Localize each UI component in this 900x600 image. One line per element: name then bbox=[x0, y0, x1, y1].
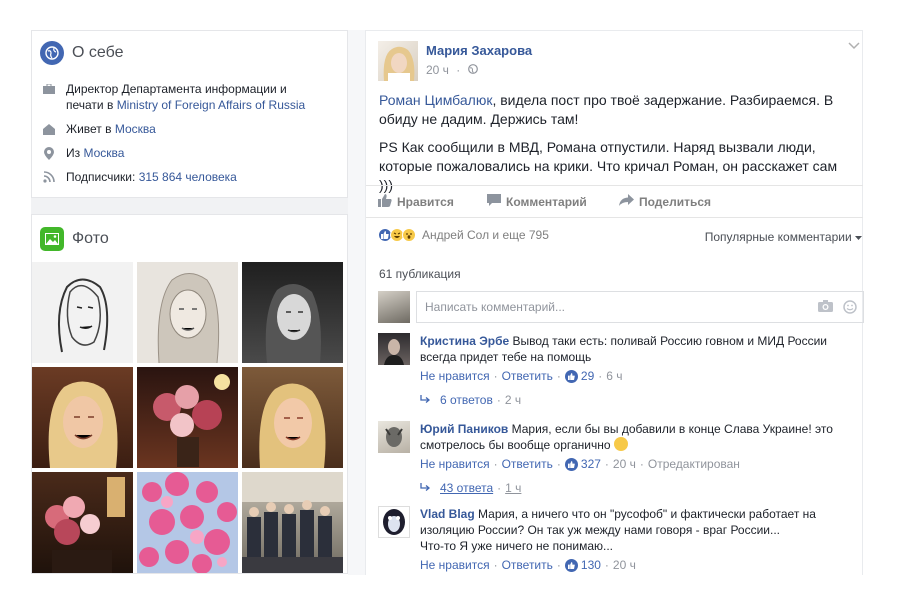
reply-link[interactable]: Ответить bbox=[502, 558, 553, 572]
comment-time[interactable]: 20 ч bbox=[613, 457, 636, 471]
like-count-icon bbox=[564, 457, 578, 471]
like-button[interactable]: Нравится bbox=[378, 194, 454, 210]
chevron-down-icon[interactable] bbox=[848, 41, 860, 53]
comment-actions: Не нравится · Ответить · 327 · 20 ч · Отреда… bbox=[420, 457, 740, 471]
post-time[interactable]: 20 ч bbox=[426, 63, 449, 77]
reply-arrow-icon bbox=[420, 481, 431, 495]
comment-body: Vlad Blag Мария, а ничего что он "русофо… bbox=[420, 507, 816, 553]
post-author[interactable]: Мария Захарова bbox=[426, 43, 532, 58]
post-actions: Нравится Комментарий Поделиться bbox=[366, 185, 863, 218]
photo-icon bbox=[40, 227, 64, 251]
about-job: Директор Департамента информации и печат… bbox=[40, 81, 347, 113]
like-count[interactable]: 29 bbox=[581, 369, 594, 383]
mention-link[interactable]: Роман Цимбалюк bbox=[379, 92, 492, 108]
like-count-icon bbox=[564, 558, 578, 572]
reactions-text: Андрей Сол и еще 795 bbox=[422, 228, 549, 242]
replies-toggle[interactable]: 6 ответов · 2 ч bbox=[420, 393, 521, 407]
location-pin-icon bbox=[42, 146, 56, 160]
comment-actions: Не нравится · Ответить · 29 · 6 ч bbox=[420, 369, 623, 383]
job-link[interactable]: Ministry of Foreign Affairs of Russia bbox=[117, 98, 306, 112]
like-count[interactable]: 130 bbox=[581, 558, 601, 572]
about-title: О себе bbox=[72, 44, 124, 61]
about-header: О себе bbox=[40, 31, 347, 71]
like-count-icon bbox=[564, 369, 578, 383]
followers-link[interactable]: 315 864 человека bbox=[139, 170, 237, 184]
smiley-emoji-icon bbox=[613, 437, 628, 451]
post-text-1: Роман Цимбалюк, видела пост про твоё зад… bbox=[379, 92, 834, 127]
photo-thumbnail[interactable] bbox=[32, 472, 133, 573]
commenter-name[interactable]: Кристина Эрбе bbox=[420, 334, 509, 348]
publications-count[interactable]: 61 публикация bbox=[379, 267, 461, 281]
reactions-summary[interactable]: Андрей Сол и еще 795 bbox=[378, 228, 549, 242]
like-count[interactable]: 327 bbox=[581, 457, 601, 471]
comment-input[interactable]: Написать комментарий... bbox=[416, 291, 864, 323]
replies-toggle[interactable]: 43 ответа · 1 ч bbox=[420, 481, 521, 495]
thumbs-up-icon bbox=[378, 194, 397, 210]
sort-comments-dropdown[interactable]: Популярные комментарии bbox=[705, 230, 862, 244]
wow-reaction-icon bbox=[402, 228, 416, 242]
from-link[interactable]: Москва bbox=[83, 146, 124, 160]
photo-thumbnail[interactable] bbox=[242, 367, 343, 468]
photo-thumbnail[interactable] bbox=[32, 262, 133, 363]
unlike-link[interactable]: Не нравится bbox=[420, 457, 490, 471]
photo-thumbnail[interactable] bbox=[137, 262, 238, 363]
about-from: Из Москва bbox=[40, 145, 347, 161]
rss-icon bbox=[42, 170, 56, 184]
comment-body: Юрий Паников Мария, если бы вы добавили … bbox=[420, 422, 833, 452]
comment-time[interactable]: 6 ч bbox=[606, 369, 622, 383]
commenter-avatar[interactable] bbox=[378, 421, 410, 453]
reply-link[interactable]: Ответить bbox=[502, 369, 553, 383]
post-card: Мария Захарова 20 ч · Роман Цимбалюк, ви… bbox=[365, 30, 864, 575]
about-panel: О себе Директор Департамента информации … bbox=[31, 30, 348, 198]
viewer-avatar bbox=[378, 291, 410, 323]
unlike-link[interactable]: Не нравится bbox=[420, 558, 490, 572]
commenter-name[interactable]: Юрий Паников bbox=[420, 422, 508, 436]
share-button[interactable]: Поделиться bbox=[619, 194, 711, 209]
comment-time[interactable]: 20 ч bbox=[613, 558, 636, 572]
column-gap bbox=[348, 30, 365, 575]
left-separator bbox=[31, 198, 348, 214]
briefcase-icon bbox=[42, 82, 56, 96]
post-meta: 20 ч · bbox=[426, 63, 478, 77]
photos-header: Фото bbox=[40, 227, 109, 251]
globe-icon bbox=[40, 41, 64, 65]
globe-small-icon bbox=[467, 63, 478, 77]
reply-arrow-icon bbox=[420, 393, 431, 407]
edited-label[interactable]: Отредактирован bbox=[648, 457, 740, 471]
photo-thumbnail[interactable] bbox=[242, 262, 343, 363]
comment-composer: Написать комментарий... bbox=[378, 291, 864, 323]
home-icon bbox=[42, 122, 56, 136]
comment-button[interactable]: Комментарий bbox=[487, 194, 587, 209]
photo-thumbnail[interactable] bbox=[242, 472, 343, 573]
commenter-name[interactable]: Vlad Blag bbox=[420, 507, 475, 521]
photo-thumbnail[interactable] bbox=[137, 367, 238, 468]
about-followers: Подписчики: 315 864 человека bbox=[40, 169, 347, 185]
smiley-icon[interactable] bbox=[843, 300, 857, 317]
commenter-avatar[interactable] bbox=[378, 333, 410, 365]
caret-down-icon bbox=[855, 230, 862, 244]
photos-panel: Фото bbox=[31, 214, 348, 574]
reply-link[interactable]: Ответить bbox=[502, 457, 553, 471]
photos-title: Фото bbox=[72, 230, 109, 247]
comment-body: Кристина Эрбе Вывод таки есть: поливай Р… bbox=[420, 334, 828, 364]
lives-link[interactable]: Москва bbox=[115, 122, 156, 136]
comment-actions: Не нравится · Ответить · 130 · 20 ч bbox=[420, 558, 636, 572]
photo-grid bbox=[32, 262, 343, 573]
camera-icon[interactable] bbox=[818, 300, 833, 317]
share-arrow-icon bbox=[619, 194, 639, 209]
commenter-avatar[interactable] bbox=[378, 506, 410, 538]
photo-thumbnail[interactable] bbox=[32, 367, 133, 468]
unlike-link[interactable]: Не нравится bbox=[420, 369, 490, 383]
comment-icon bbox=[487, 194, 506, 209]
author-avatar[interactable] bbox=[378, 41, 418, 81]
photo-thumbnail[interactable] bbox=[137, 472, 238, 573]
about-lives: Живет в Москва bbox=[40, 121, 347, 137]
